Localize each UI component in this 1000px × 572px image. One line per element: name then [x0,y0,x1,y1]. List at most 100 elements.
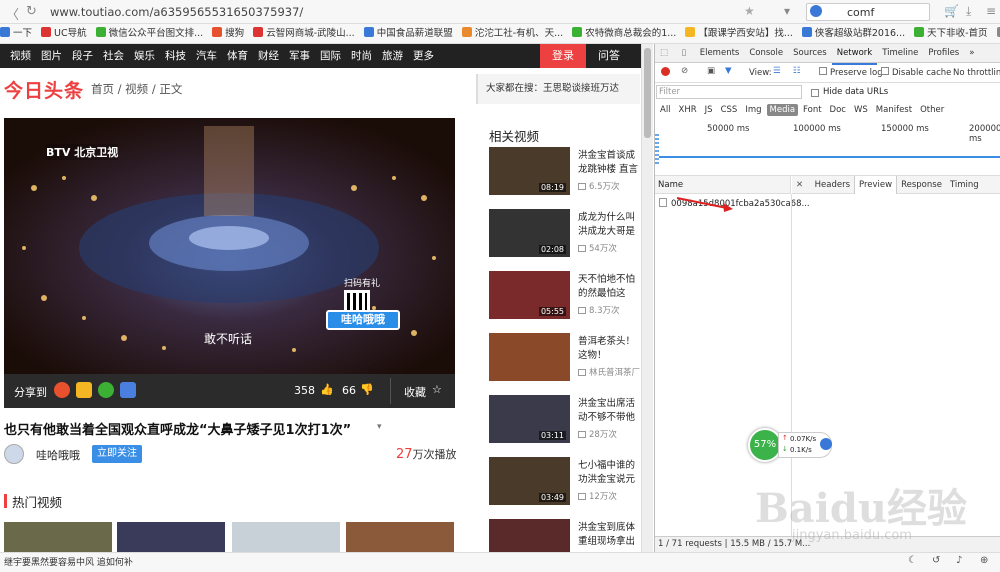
reload-icon[interactable]: ↻ [26,4,37,19]
related-title[interactable]: 洪金宝出席活动不够不带他 还 [578,397,642,425]
detail-tab[interactable]: Headers [811,176,854,194]
related-title[interactable]: 天不怕地不怕的然最怕这个， [578,273,642,301]
related-video-item[interactable]: 08:19 洪金宝首谈成龙跳钟楼 直言成 6.5万次 [489,147,641,195]
detail-tab[interactable]: Timing [946,176,983,194]
related-thumbnail[interactable]: 02:08 [489,209,570,257]
collect-button[interactable]: 收藏 [404,384,426,400]
follow-button[interactable]: 立即关注 [92,445,142,463]
nav-item[interactable]: 时尚 [351,44,372,68]
related-video-item[interactable]: 02:08 成龙为什么叫洪成龙大哥是这样 54万次 [489,209,641,257]
night-mode-icon[interactable]: ☾ [908,555,917,566]
type-filter[interactable]: Manifest [873,104,915,116]
camera-icon[interactable]: ▣ [707,66,715,76]
bookmark-item[interactable]: 云智网商城-武陵山... [253,24,355,43]
menu-icon[interactable]: ≡ [986,4,996,18]
bookmark-item[interactable]: 微信公众平台图文排... [95,24,203,43]
devtools-tab[interactable]: Elements [695,44,745,63]
nav-item[interactable]: 图片 [41,44,62,68]
nav-item[interactable]: 体育 [227,44,248,68]
preserve-log-checkbox[interactable] [819,67,827,75]
type-filter[interactable]: WS [851,104,871,116]
dropdown-icon[interactable]: ▾ [784,4,790,18]
devtools-tab[interactable]: Network [831,44,878,65]
weibo-icon[interactable] [54,382,70,398]
type-filter[interactable]: All [657,104,674,116]
nav-item[interactable]: 旅游 [382,44,403,68]
bookmark-item[interactable]: 移动 [996,24,1000,43]
url-field[interactable]: www.toutiao.com/a6359565531650375937/ [50,5,303,19]
search-input[interactable]: comf [847,6,874,19]
page-scrollbar[interactable] [641,44,653,552]
cart-icon[interactable]: 🛒 [944,4,959,18]
nav-item[interactable]: 视频 [10,44,31,68]
bookmark-item[interactable]: 天下非收-首页 [914,24,988,43]
sound-icon[interactable]: ♪ [956,555,962,566]
type-filter[interactable]: Img [742,104,764,116]
hot-video-thumb[interactable] [117,522,225,552]
bookmark-item[interactable]: 一下 [0,24,32,43]
nav-item[interactable]: 更多 [413,44,434,68]
bookmark-item[interactable]: 侠客超级站群2016... [801,24,905,43]
related-title[interactable]: 七小福中谁的功洪金宝说元彪 [578,459,642,487]
device-icon[interactable]: ▯ [677,44,692,63]
nav-item[interactable]: 段子 [72,44,93,68]
bookmark-item[interactable]: 【跟课学西安站】找... [685,24,793,43]
waterfall-view-icon[interactable]: ☷ [793,66,801,76]
nav-item[interactable]: 社会 [103,44,124,68]
thumbs-up-icon[interactable]: 👍 [320,383,334,396]
thumbs-down-icon[interactable]: 👎 [360,383,374,396]
devtools-tab[interactable]: Console [744,44,788,63]
type-filter[interactable]: JS [702,104,716,116]
type-filter[interactable]: CSS [718,104,741,116]
hot-video-thumb[interactable] [4,522,112,552]
hot-video-thumb[interactable] [232,522,340,552]
related-thumbnail[interactable]: 05:55 [489,271,570,319]
related-video-item[interactable]: 03:11 洪金宝出席活动不够不带他 还 28万次 [489,395,641,443]
back-icon[interactable]: 〈 [6,4,19,23]
name-column-header[interactable]: Name [655,176,791,194]
login-button[interactable]: 登录 [540,44,586,68]
nav-item[interactable]: 娱乐 [134,44,155,68]
type-filter[interactable]: Other [917,104,947,116]
nav-item[interactable]: 汽车 [196,44,217,68]
restore-icon[interactable]: ↺ [932,555,940,566]
site-logo[interactable]: 今日头条 [4,76,84,103]
more-tabs-icon[interactable]: » [964,44,979,63]
bookmark-item[interactable]: UC导航 [41,24,87,43]
hot-search[interactable]: 大家都在搜：王思聪谈接班万达 [476,74,640,104]
bookmark-item[interactable]: 搜狗 [212,24,244,43]
memory-percent[interactable]: 57% [748,428,782,462]
filter-icon[interactable]: ▼ [725,66,732,76]
nav-item[interactable]: 科技 [165,44,186,68]
related-video-item[interactable]: 03:49 七小福中谁的功洪金宝说元彪 12万次 [489,457,641,505]
related-video-item[interactable]: 普洱老茶头！这物！ 林氏普洱茶厂 [489,333,641,381]
type-filter[interactable]: XHR [676,104,700,116]
related-title[interactable]: 成龙为什么叫洪成龙大哥是这样 [578,211,642,239]
related-title[interactable]: 洪金宝到底体重组现场拿出体重 [578,521,642,549]
net-monitor-widget[interactable]: 57% ↑ 0.07K/s ↓ 0.1K/s [748,428,836,462]
title-expand-icon[interactable]: ▾ [377,422,382,432]
disable-cache-checkbox[interactable] [881,67,889,75]
hide-data-urls-checkbox[interactable] [811,89,819,97]
bookmark-item[interactable]: 沱沱工社-有机、天... [461,24,563,43]
link-icon[interactable] [120,382,136,398]
bookmark-item[interactable]: 农特微商总裁会的1... [572,24,676,43]
nav-item[interactable]: 国际 [320,44,341,68]
type-filter[interactable]: Media [766,104,799,116]
record-icon[interactable] [661,67,670,76]
detail-tab[interactable]: Preview [854,176,898,194]
type-filter[interactable]: Doc [827,104,849,116]
star-outline-icon[interactable]: ☆ [432,383,442,396]
devtools-tab[interactable]: Timeline [877,44,923,63]
scrollbar-thumb[interactable] [644,48,651,138]
nav-item[interactable]: 军事 [289,44,310,68]
search-engine-icon[interactable] [810,5,822,17]
devtools-tab[interactable]: Profiles [923,44,964,63]
related-thumbnail[interactable]: 03:49 [489,457,570,505]
list-view-icon[interactable]: ☰ [773,66,781,76]
wechat-icon[interactable] [98,382,114,398]
clear-icon[interactable]: ⊘ [681,66,688,76]
qzone-icon[interactable] [76,382,92,398]
download-icon[interactable]: ⤓ [966,4,971,19]
related-title[interactable]: 洪金宝首谈成龙跳钟楼 直言成 [578,149,642,177]
